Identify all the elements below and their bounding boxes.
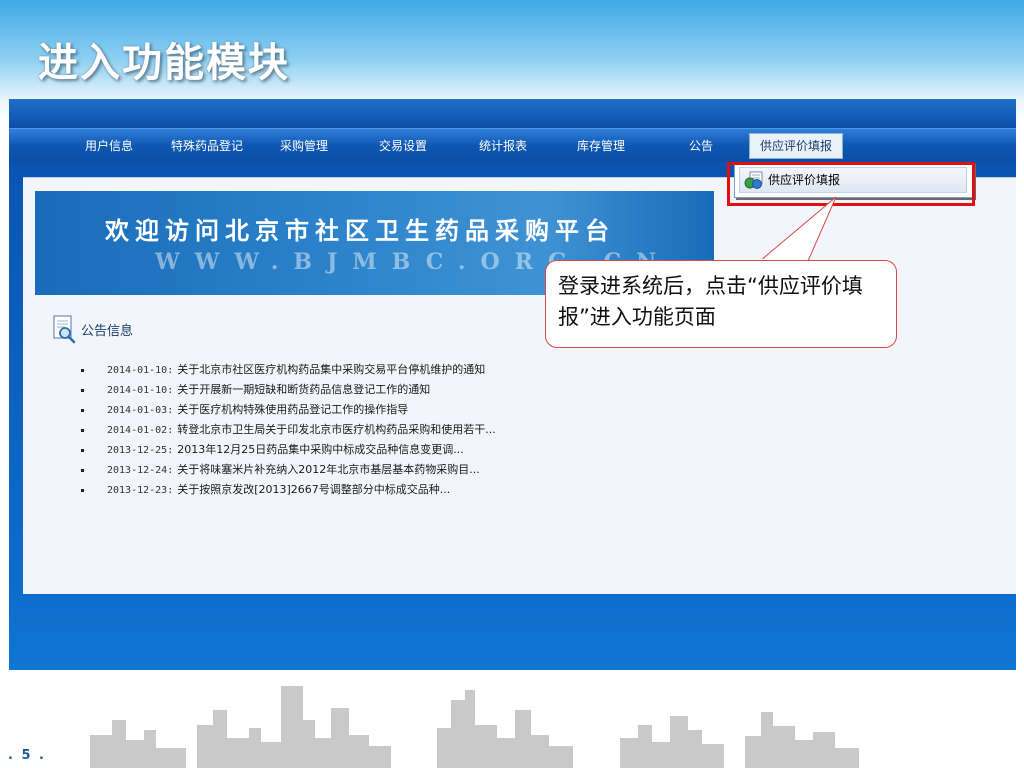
- nav-item-user-info[interactable]: 用户信息: [85, 136, 133, 156]
- bullet: [81, 389, 84, 392]
- slide-title: 进入功能模块: [38, 40, 290, 86]
- bullet: [81, 369, 84, 372]
- notice-text: 关于将味塞米片补充纳入2012年北京市基层基本药物采购目...: [177, 463, 480, 476]
- notice-text: 关于开展新一期短缺和断货药品信息登记工作的通知: [177, 383, 431, 396]
- nav-item-special-drug-registration[interactable]: 特殊药品登记: [171, 136, 243, 156]
- notice-date: 2014-01-03:: [107, 405, 174, 416]
- notice-text: 转登北京市卫生局关于印发北京市医疗机构药品采购和使用若干...: [177, 423, 496, 436]
- notice-date: 2013-12-25:: [107, 445, 174, 456]
- nav-item-inventory[interactable]: 库存管理: [577, 136, 625, 156]
- notice-heading: 公告信息: [81, 324, 134, 339]
- instruction-callout: 登录进系统后，点击“供应评价填报”进入功能页面: [545, 260, 897, 348]
- list-item[interactable]: 2014-01-03: 关于医疗机构特殊使用药品登记工作的操作指导: [81, 400, 496, 420]
- nav-item-procurement[interactable]: 采购管理: [280, 136, 328, 156]
- dropdown-item-label: 供应评价填报: [768, 173, 841, 187]
- notice-text: 关于医疗机构特殊使用药品登记工作的操作指导: [177, 403, 409, 416]
- bullet: [81, 409, 84, 412]
- notice-text: 2013年12月25日药品集中采购中标成交品种信息变更调...: [177, 443, 464, 456]
- banner-title: 欢迎访问北京市社区卫生药品采购平台: [105, 216, 615, 245]
- notice-date: 2013-12-24:: [107, 465, 174, 476]
- notice-date: 2014-01-10:: [107, 365, 174, 376]
- notice-date: 2014-01-10:: [107, 385, 174, 396]
- notice-date: 2014-01-02:: [107, 425, 174, 436]
- nav-item-announcements[interactable]: 公告: [689, 136, 713, 156]
- callout-text: 登录进系统后，点击“供应评价填报”进入功能页面: [558, 274, 863, 329]
- nav-item-statistics[interactable]: 统计报表: [479, 136, 527, 156]
- bullet: [81, 469, 84, 472]
- callout-pointer: [758, 196, 837, 265]
- nav-item-trade-settings[interactable]: 交易设置: [379, 136, 427, 156]
- dropdown-item-supply-evaluation[interactable]: 供应评价填报: [739, 167, 967, 193]
- notice-text: 关于北京市社区医疗机构药品集中采购交易平台停机维护的通知: [177, 363, 486, 376]
- list-item[interactable]: 2014-01-10: 关于开展新一期短缺和断货药品信息登记工作的通知: [81, 380, 496, 400]
- city-skyline-decoration: [90, 686, 859, 768]
- notice-list: 2014-01-10: 关于北京市社区医疗机构药品集中采购交易平台停机维护的通知 …: [81, 360, 496, 500]
- list-item[interactable]: 2014-01-10: 关于北京市社区医疗机构药品集中采购交易平台停机维护的通知: [81, 360, 496, 380]
- notice-text: 关于按照京发改[2013]2667号调整部分中标成交品种...: [177, 483, 451, 496]
- supply-evaluation-dropdown: 供应评价填报: [734, 162, 974, 198]
- list-item[interactable]: 2013-12-25: 2013年12月25日药品集中采购中标成交品种信息变更调.…: [81, 440, 496, 460]
- bullet: [81, 429, 84, 432]
- nav-item-supply-evaluation[interactable]: 供应评价填报: [749, 133, 844, 159]
- bullet: [81, 449, 84, 452]
- list-item[interactable]: 2013-12-24: 关于将味塞米片补充纳入2012年北京市基层基本药物采购目.…: [81, 460, 496, 480]
- main-content: 欢迎访问北京市社区卫生药品采购平台 WWW.BJMBC.ORG.CN 公告信息 …: [23, 177, 1016, 594]
- magnifier-document-icon: [53, 315, 76, 344]
- bullet: [81, 489, 84, 492]
- list-item[interactable]: 2014-01-02: 转登北京市卫生局关于印发北京市医疗机构药品采购和使用若干.…: [81, 420, 496, 440]
- app-window: 用户信息 特殊药品登记 采购管理 交易设置 统计报表 库存管理 公告 供应评价填…: [9, 99, 1016, 670]
- main-navbar: 用户信息 特殊药品登记 采购管理 交易设置 统计报表 库存管理 公告 供应评价填…: [9, 128, 1016, 163]
- list-item[interactable]: 2013-12-23: 关于按照京发改[2013]2667号调整部分中标成交品种.…: [81, 480, 496, 500]
- page-number: . 5 .: [8, 748, 46, 763]
- notice-date: 2013-12-23:: [107, 485, 174, 496]
- form-globe-icon: [744, 171, 763, 189]
